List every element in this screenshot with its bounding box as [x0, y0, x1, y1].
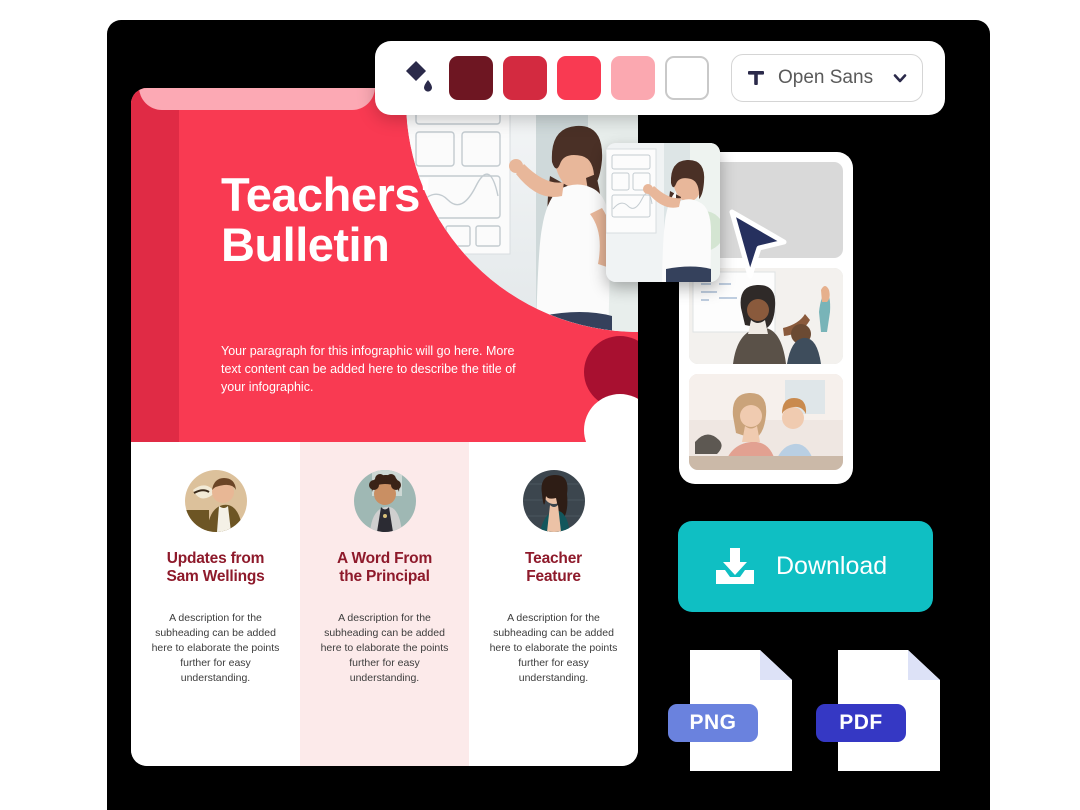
style-toolbar: Open Sans [375, 41, 945, 115]
poster-column-3: Teacher Feature A description for the su… [469, 442, 638, 766]
file-png[interactable]: PNG [668, 650, 792, 771]
poster-header: Teachers' Bulletin Your paragraph for th… [131, 88, 638, 442]
text-format-icon [746, 68, 766, 88]
poster-column-3-title: Teacher Feature [525, 550, 582, 586]
poster-column-3-description: A description for the subheading can be … [489, 611, 618, 685]
file-pdf-label: PDF [816, 704, 906, 742]
poster-title: Teachers' Bulletin [221, 168, 431, 271]
poster-left-strip [131, 88, 179, 442]
poster-column-1-title: Updates from Sam Wellings [166, 550, 265, 586]
drag-preview-teacher-whiteboard[interactable] [606, 143, 720, 282]
font-family-value: Open Sans [778, 67, 874, 88]
poster-column-1: Updates from Sam Wellings A description … [131, 442, 300, 766]
avatar-sam-wellings [184, 470, 247, 532]
swatch-red[interactable] [557, 56, 601, 100]
thumbnail-teacher-student-desk[interactable] [689, 374, 843, 470]
swatch-crimson[interactable] [503, 56, 547, 100]
download-tray-icon [714, 547, 756, 586]
poster-decor-circle-white [584, 394, 638, 442]
poster-paragraph: Your paragraph for this infographic will… [221, 344, 516, 394]
font-family-select[interactable]: Open Sans [731, 54, 923, 102]
color-swatches [449, 56, 709, 100]
poster-column-2-title: A Word From the Principal [336, 550, 433, 586]
swatch-white[interactable] [665, 56, 709, 100]
poster-pink-tab [139, 88, 375, 110]
poster-columns: Updates from Sam Wellings A description … [131, 442, 638, 766]
file-png-label: PNG [668, 704, 758, 742]
cursor-arrow-icon [726, 208, 788, 280]
poster-preview[interactable]: Teachers' Bulletin Your paragraph for th… [131, 88, 638, 766]
swatch-pink[interactable] [611, 56, 655, 100]
poster-hero-photo [406, 88, 638, 332]
poster-column-2: A Word From the Principal A description … [300, 442, 469, 766]
paint-bucket-icon[interactable] [397, 59, 435, 97]
download-button[interactable]: Download [678, 521, 933, 612]
chevron-down-icon[interactable] [892, 70, 908, 86]
swatch-dark-maroon[interactable] [449, 56, 493, 100]
thumbnail-classroom-raised-hand[interactable] [689, 268, 843, 364]
download-button-label: Download [776, 552, 888, 580]
avatar-teacher-feature [522, 470, 585, 532]
avatar-principal [353, 470, 416, 532]
file-pdf[interactable]: PDF [816, 650, 940, 771]
screenshot-root: Teachers' Bulletin Your paragraph for th… [0, 0, 1080, 810]
poster-column-1-description: A description for the subheading can be … [151, 611, 280, 685]
hero-photo-illustration [406, 88, 638, 332]
poster-column-2-description: A description for the subheading can be … [320, 611, 449, 685]
